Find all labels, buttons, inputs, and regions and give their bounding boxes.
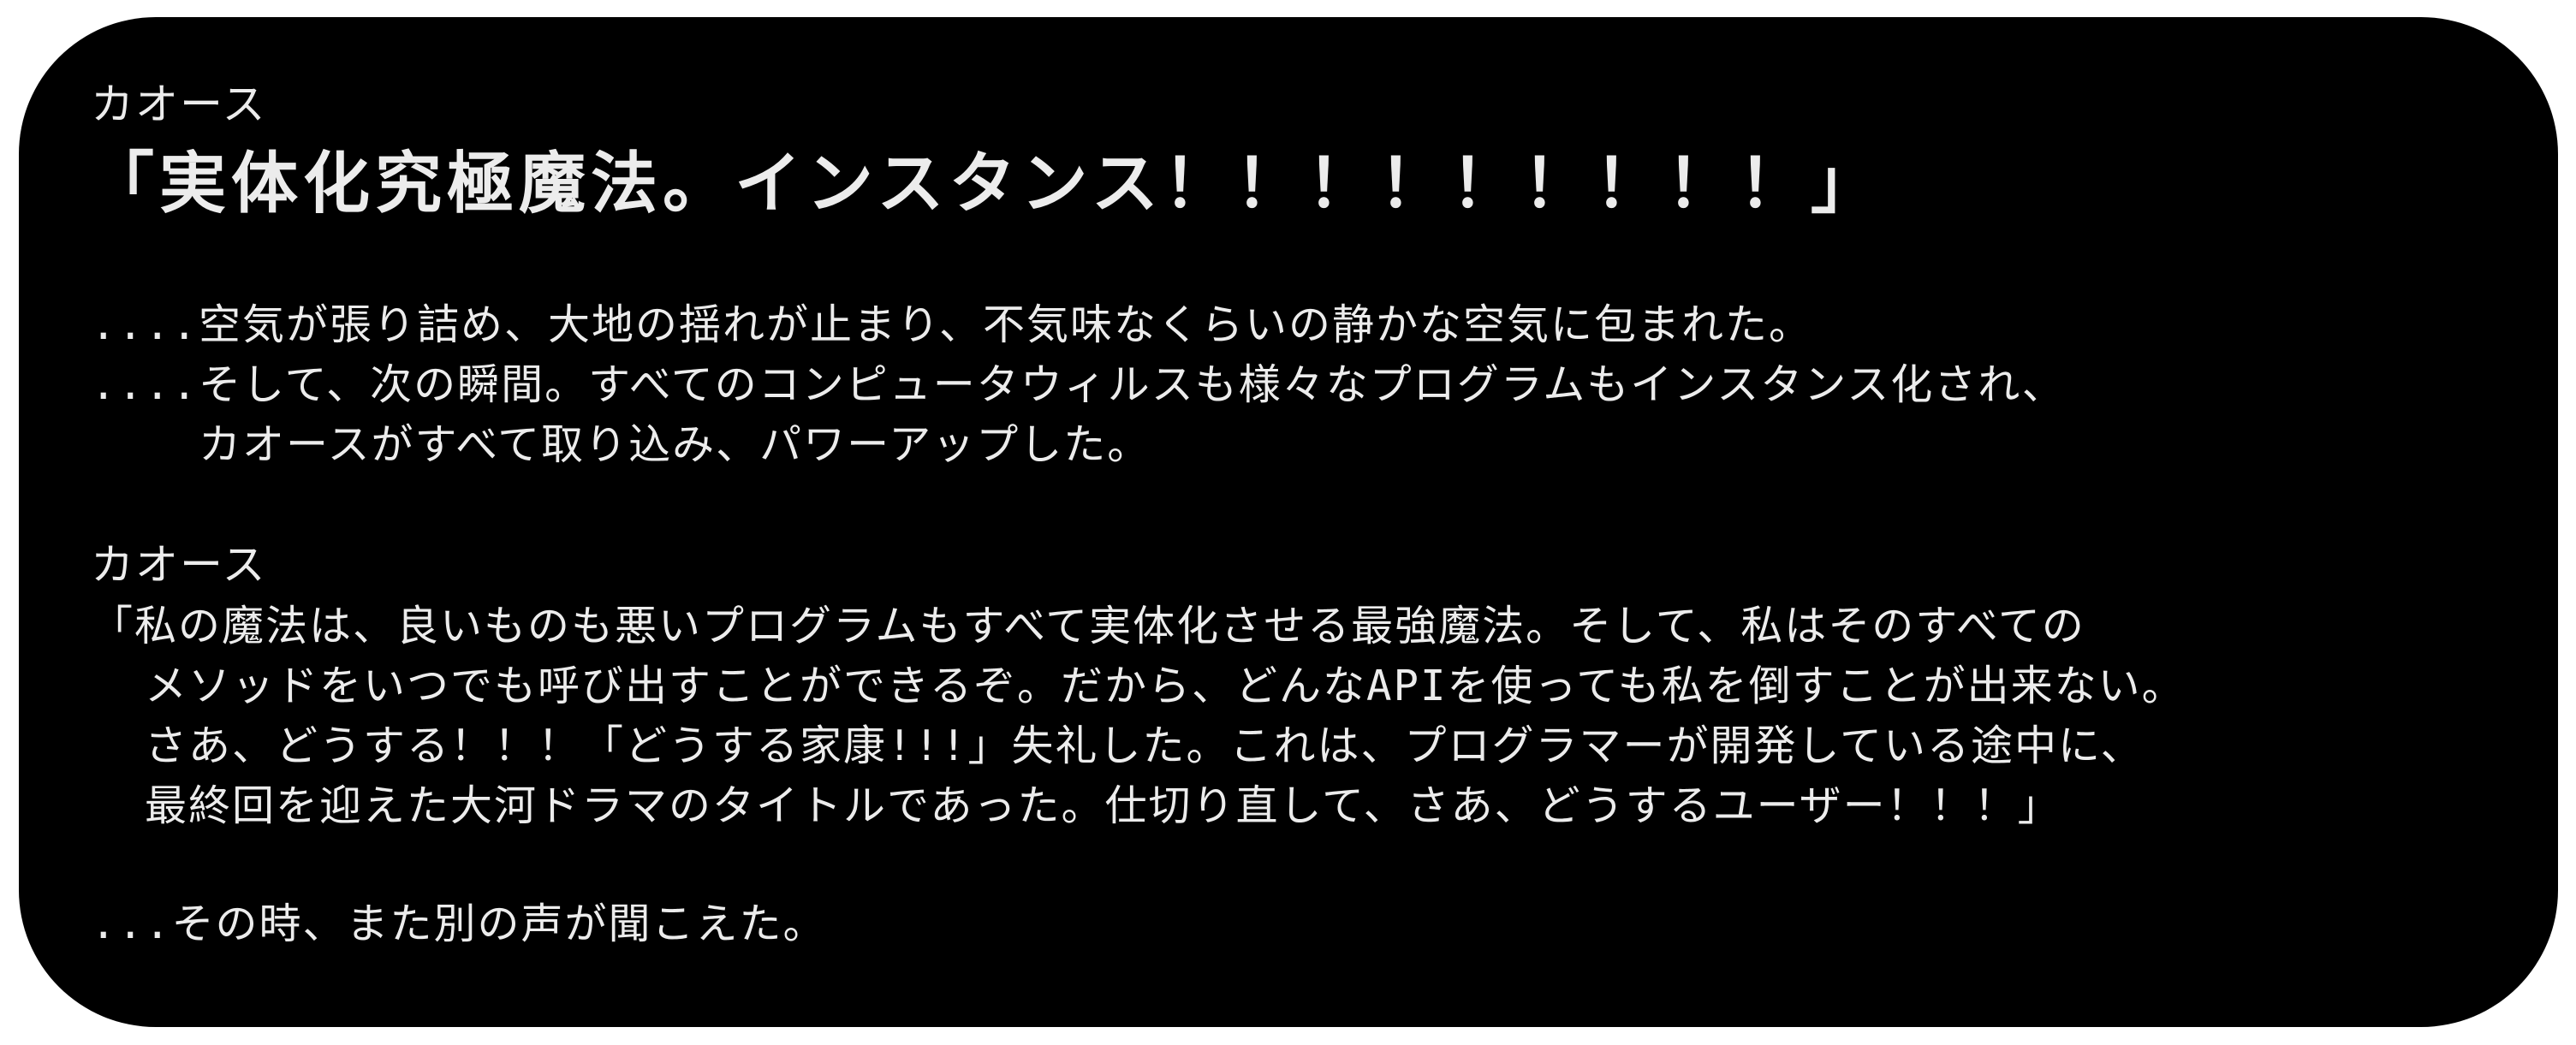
dialog-box[interactable]: カオース 「実体化究極魔法。インスタンス！！！！！！！！！」 ....空気が張り… [19,17,2558,1027]
speaker-name: カオース [91,80,267,129]
dialog-line: さあ、どうする！！！「どうする家康!!!」失礼した。これは、プログラマーが開発し… [91,721,2145,770]
dialog-line: 「私の魔法は、良いものも悪いプログラムもすべて実体化させる最強魔法。そして、私は… [91,602,2085,650]
speaker-name: カオース [91,540,267,590]
narration-line: ....そして、次の瞬間。すべてのコンピュータウィルスも様々なプログラムもインス… [91,360,2066,409]
narration-line: ...その時、また別の声が聞こえた。 [91,900,827,948]
narration-line: ....空気が張り詰め、大地の揺れが止まり、不気味なくらいの静かな空気に包まれた… [91,300,1813,349]
dialog-line: メソッドをいつでも呼び出すことができるぞ。だから、どんなAPIを使っても私を倒す… [91,662,2186,710]
narration-line: カオースがすべて取り込み、パワーアップした。 [91,420,1151,469]
dialog-line: 最終回を迎えた大河ドラマのタイトルであった。仕切り直して、さあ、どうするユーザー… [91,781,2061,830]
spell-shout: 「実体化究極魔法。インスタンス！！！！！！！！！」 [87,145,1883,223]
